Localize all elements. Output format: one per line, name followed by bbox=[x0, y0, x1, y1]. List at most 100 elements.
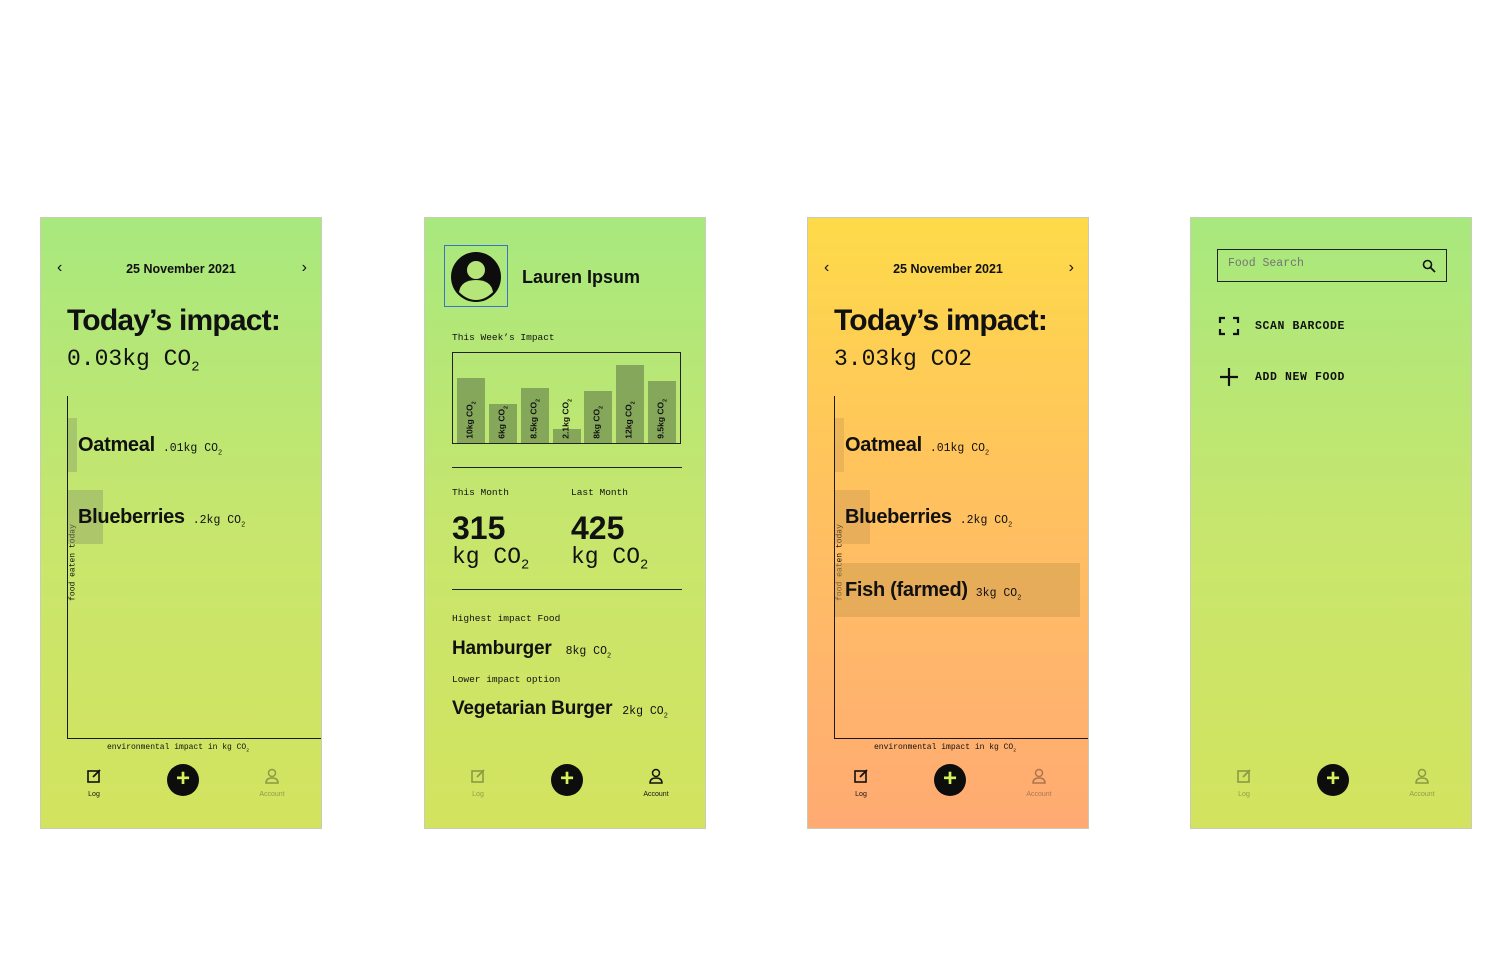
add-new-food-label: ADD NEW FOOD bbox=[1255, 370, 1346, 384]
week-bar: 8.5kg CO2 bbox=[520, 387, 549, 443]
week-impact-chart: 10kg CO2 6kg CO2 8.5kg CO2 2.1kg CO2 8kg CO2… bbox=[452, 352, 681, 444]
lower-impact-label: Lower impact option bbox=[452, 674, 561, 685]
daily-impact-value: 3.03kg CO2 bbox=[834, 346, 973, 372]
nav-account[interactable]: Account bbox=[631, 768, 681, 798]
search-icon[interactable] bbox=[1422, 259, 1436, 273]
food-search-input[interactable] bbox=[1226, 256, 1420, 271]
week-bar-label: 2.1kg CO2 bbox=[560, 399, 573, 439]
week-bar: 8kg CO2 bbox=[584, 391, 613, 443]
week-bar: 6kg CO2 bbox=[488, 404, 517, 443]
food-name: Vegetarian Burger bbox=[452, 698, 613, 719]
nav-account[interactable]: Account bbox=[1397, 768, 1447, 798]
add-food-button[interactable]: + bbox=[551, 764, 583, 796]
lower-impact-food[interactable]: Vegetarian Burger 2kg CO2 bbox=[452, 698, 668, 720]
bottom-nav: Log + Account bbox=[1191, 764, 1471, 808]
food-co2: .2kg CO2 bbox=[192, 514, 246, 530]
highest-impact-label: Highest impact Food bbox=[452, 613, 561, 624]
add-new-food-button[interactable]: ADD NEW FOOD bbox=[1218, 366, 1345, 388]
food-item[interactable]: Oatmeal .01kg CO2 bbox=[845, 434, 989, 457]
bottom-nav: Log + Account bbox=[808, 764, 1088, 808]
divider bbox=[452, 467, 682, 468]
week-bar-label: 8kg CO2 bbox=[592, 406, 605, 439]
nav-log[interactable]: Log bbox=[453, 768, 503, 798]
week-bar: 2.1kg CO2 bbox=[552, 399, 581, 443]
add-food-button[interactable]: + bbox=[934, 764, 966, 796]
last-month-label: Last Month bbox=[571, 487, 629, 498]
food-item[interactable]: Oatmeal .01kg CO2 bbox=[78, 434, 222, 457]
food-co2: .01kg CO2 bbox=[162, 442, 223, 458]
food-name: Oatmeal bbox=[845, 434, 922, 456]
food-name: Oatmeal bbox=[78, 434, 155, 456]
user-icon bbox=[265, 768, 279, 784]
user-icon bbox=[1415, 768, 1429, 784]
nav-log[interactable]: Log bbox=[1219, 768, 1269, 798]
last-month-value: 425 bbox=[571, 510, 625, 546]
nav-log[interactable]: Log bbox=[836, 768, 886, 798]
date-label: 25 November 2021 bbox=[893, 262, 1003, 276]
x-axis-label: environmental impact in kg CO2 bbox=[874, 743, 1017, 754]
nav-log-label: Log bbox=[88, 791, 100, 798]
date-label: 25 November 2021 bbox=[126, 262, 236, 276]
week-bar-label: 6kg CO2 bbox=[496, 406, 510, 439]
nav-account-label: Account bbox=[643, 791, 669, 798]
page-title: Today’s impact: bbox=[834, 304, 1048, 337]
nav-account-label: Account bbox=[259, 791, 285, 798]
page-title: Today’s impact: bbox=[67, 304, 281, 337]
user-icon bbox=[649, 768, 663, 784]
food-co2: 3kg CO2 bbox=[975, 587, 1022, 603]
add-food-button[interactable]: + bbox=[167, 764, 199, 796]
scan-barcode-label: SCAN BARCODE bbox=[1255, 319, 1346, 333]
bottom-nav: Log + Account bbox=[41, 764, 321, 808]
week-bar-label: 9.5kg CO2 bbox=[655, 399, 669, 439]
food-name: Fish (farmed) bbox=[845, 579, 968, 601]
avatar[interactable] bbox=[444, 245, 508, 307]
screen-daily-log-high: ‹ 25 November 2021 › Today’s impact: 3.0… bbox=[807, 217, 1089, 829]
food-co2: .01kg CO2 bbox=[929, 442, 990, 458]
edit-icon bbox=[1237, 769, 1251, 783]
divider bbox=[452, 589, 682, 590]
edit-icon bbox=[471, 769, 485, 783]
week-bar: 9.5kg CO2 bbox=[648, 381, 677, 443]
x-axis-label: environmental impact in kg CO2 bbox=[107, 743, 250, 754]
highest-impact-food[interactable]: Hamburger 8kg CO2 bbox=[452, 638, 611, 660]
add-food-button[interactable]: + bbox=[1317, 764, 1349, 796]
next-day-chevron-icon[interactable]: › bbox=[1069, 259, 1074, 277]
this-month-label: This Month bbox=[452, 487, 510, 498]
scan-icon bbox=[1218, 316, 1240, 336]
week-bar-label: 8.5kg CO2 bbox=[528, 399, 541, 439]
last-month-unit: kg CO2 bbox=[571, 544, 649, 574]
nav-account-label: Account bbox=[1026, 791, 1052, 798]
nav-log-label: Log bbox=[855, 791, 867, 798]
food-bar-oatmeal bbox=[68, 418, 77, 472]
nav-log[interactable]: Log bbox=[69, 768, 119, 798]
next-day-chevron-icon[interactable]: › bbox=[302, 259, 307, 277]
nav-account[interactable]: Account bbox=[247, 768, 297, 798]
food-name: Hamburger bbox=[452, 638, 552, 659]
nav-log-label: Log bbox=[1238, 791, 1250, 798]
edit-icon bbox=[854, 769, 868, 783]
food-co2: .2kg CO2 bbox=[959, 514, 1013, 530]
food-item[interactable]: Fish (farmed) 3kg CO2 bbox=[845, 579, 1021, 602]
nav-account-label: Account bbox=[1409, 791, 1435, 798]
scan-barcode-button[interactable]: SCAN BARCODE bbox=[1218, 316, 1345, 336]
food-item[interactable]: Blueberries .2kg CO2 bbox=[845, 506, 1012, 529]
food-item[interactable]: Blueberries .2kg CO2 bbox=[78, 506, 245, 529]
food-bar-oatmeal bbox=[835, 418, 844, 472]
x-axis bbox=[67, 738, 321, 739]
this-month-value: 315 bbox=[452, 510, 506, 546]
nav-log-label: Log bbox=[472, 791, 484, 798]
this-month-unit: kg CO2 bbox=[452, 544, 530, 574]
food-search-field[interactable] bbox=[1217, 249, 1447, 282]
edit-icon bbox=[87, 769, 101, 783]
bottom-nav: Log + Account bbox=[425, 764, 705, 808]
screen-account: Lauren Ipsum This Week’s Impact 10kg CO2… bbox=[424, 217, 706, 829]
user-name: Lauren Ipsum bbox=[522, 267, 641, 287]
food-name: Blueberries bbox=[845, 506, 952, 528]
user-avatar-icon bbox=[451, 252, 501, 302]
plus-icon bbox=[1220, 368, 1238, 386]
week-bar-label: 10kg CO2 bbox=[464, 401, 478, 439]
week-bar-label: 12kg CO2 bbox=[623, 401, 637, 439]
user-icon bbox=[1032, 768, 1046, 784]
week-bar: 12kg CO2 bbox=[616, 365, 645, 443]
nav-account[interactable]: Account bbox=[1014, 768, 1064, 798]
